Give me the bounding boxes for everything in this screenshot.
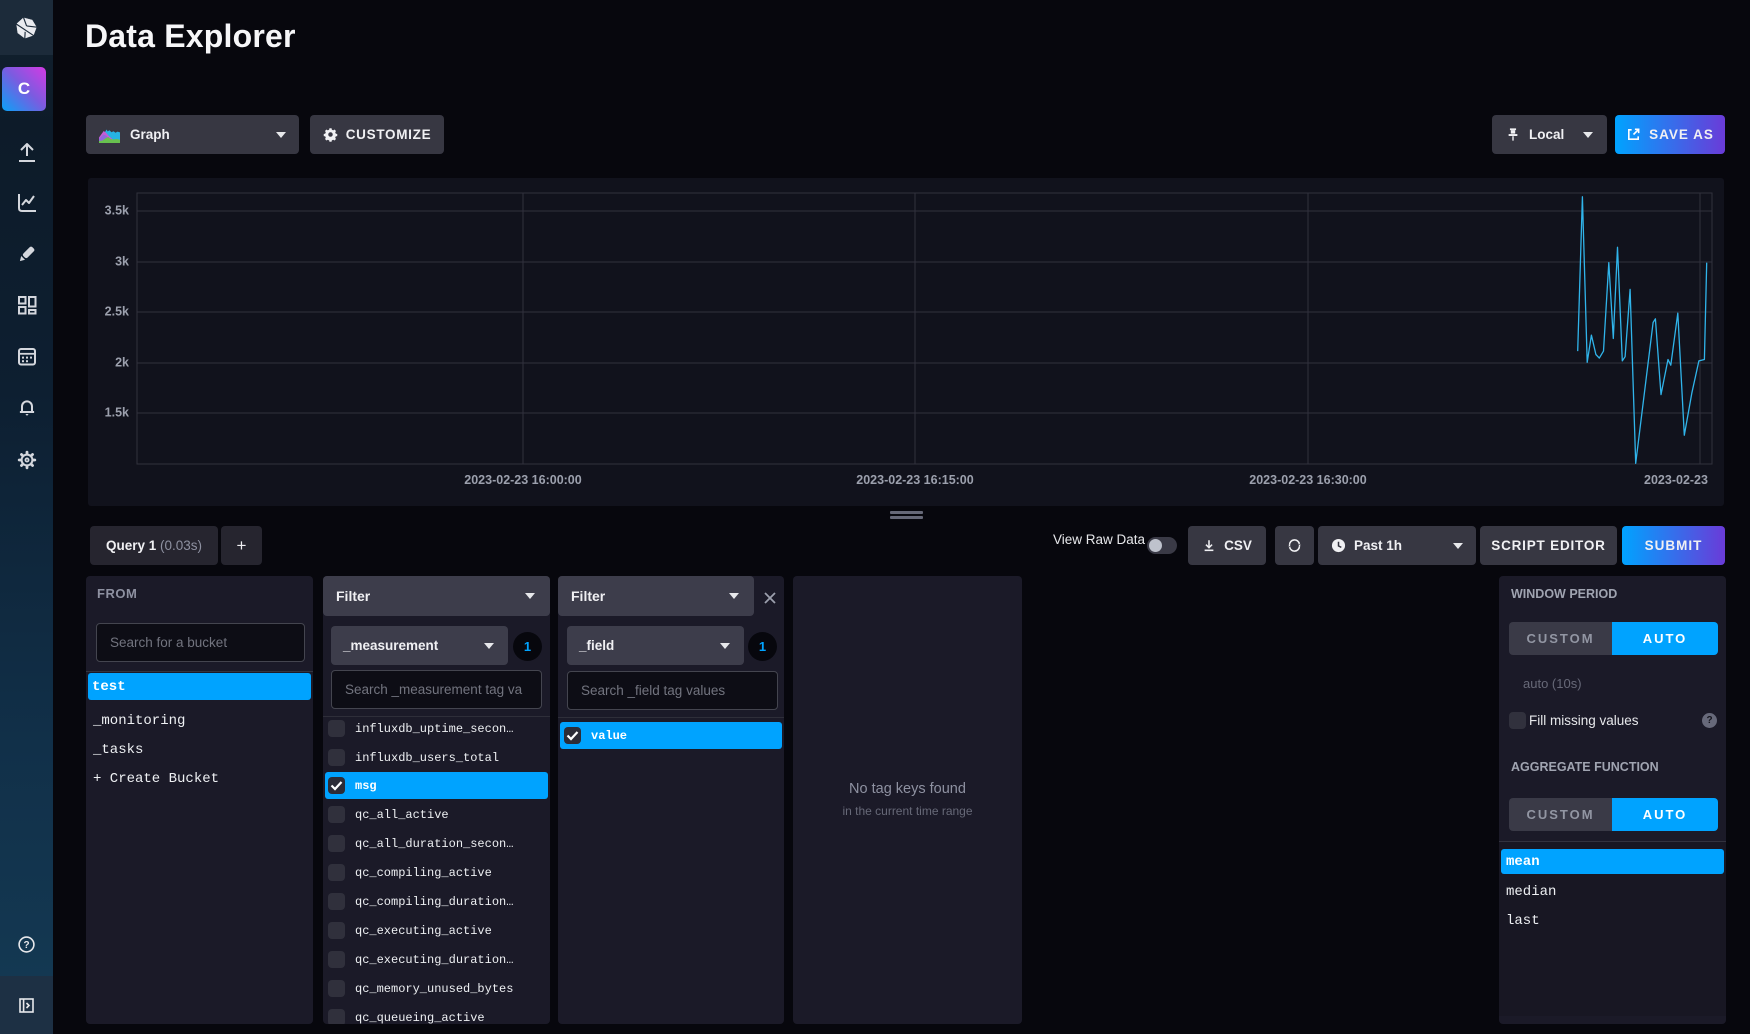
svg-text:3.5k: 3.5k	[105, 204, 129, 218]
svg-text:3k: 3k	[115, 255, 129, 269]
svg-text:2023-02-23: 2023-02-23	[1644, 473, 1708, 487]
svg-text:2023-02-23 16:15:00: 2023-02-23 16:15:00	[856, 473, 973, 487]
svg-text:?: ?	[23, 940, 29, 951]
svg-text:2023-02-23 16:30:00: 2023-02-23 16:30:00	[1249, 473, 1366, 487]
svg-text:2023-02-23 16:00:00: 2023-02-23 16:00:00	[464, 473, 581, 487]
svg-text:2.5k: 2.5k	[105, 305, 129, 319]
svg-text:1.5k: 1.5k	[105, 406, 129, 420]
svg-text:2k: 2k	[115, 356, 129, 370]
